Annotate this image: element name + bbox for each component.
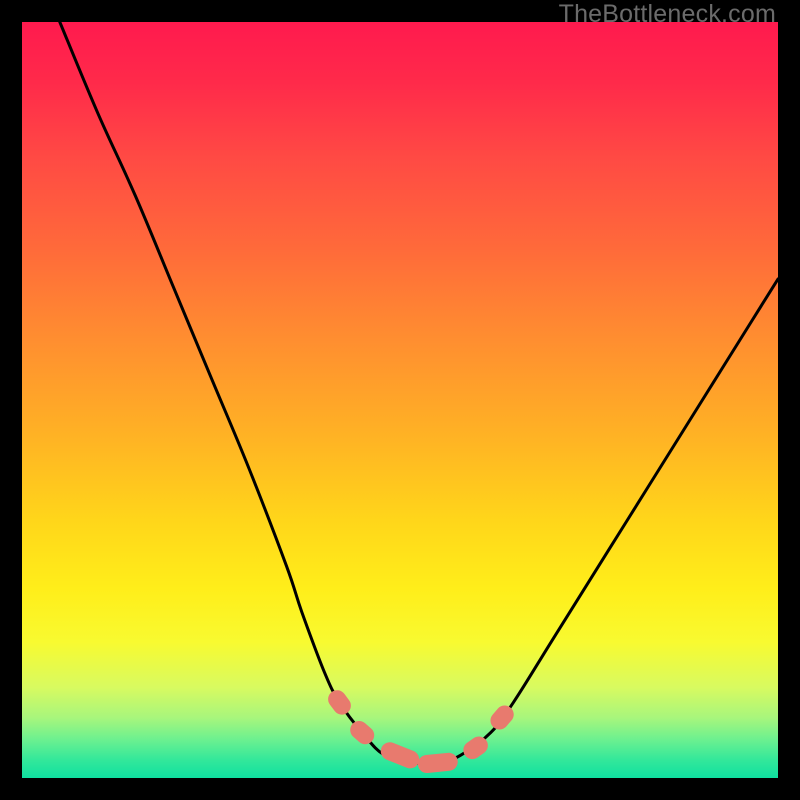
- chart-frame: TheBottleneck.com: [0, 0, 800, 800]
- curve-marker: [324, 687, 354, 719]
- curve-marker: [378, 740, 422, 772]
- curve-marker: [487, 702, 518, 733]
- plot-area: [22, 22, 778, 778]
- curve-svg: [22, 22, 778, 778]
- curve-marker: [417, 752, 459, 774]
- curve-layer: [22, 22, 778, 778]
- watermark-label: TheBottleneck.com: [559, 0, 776, 29]
- bottleneck-curve: [60, 22, 778, 764]
